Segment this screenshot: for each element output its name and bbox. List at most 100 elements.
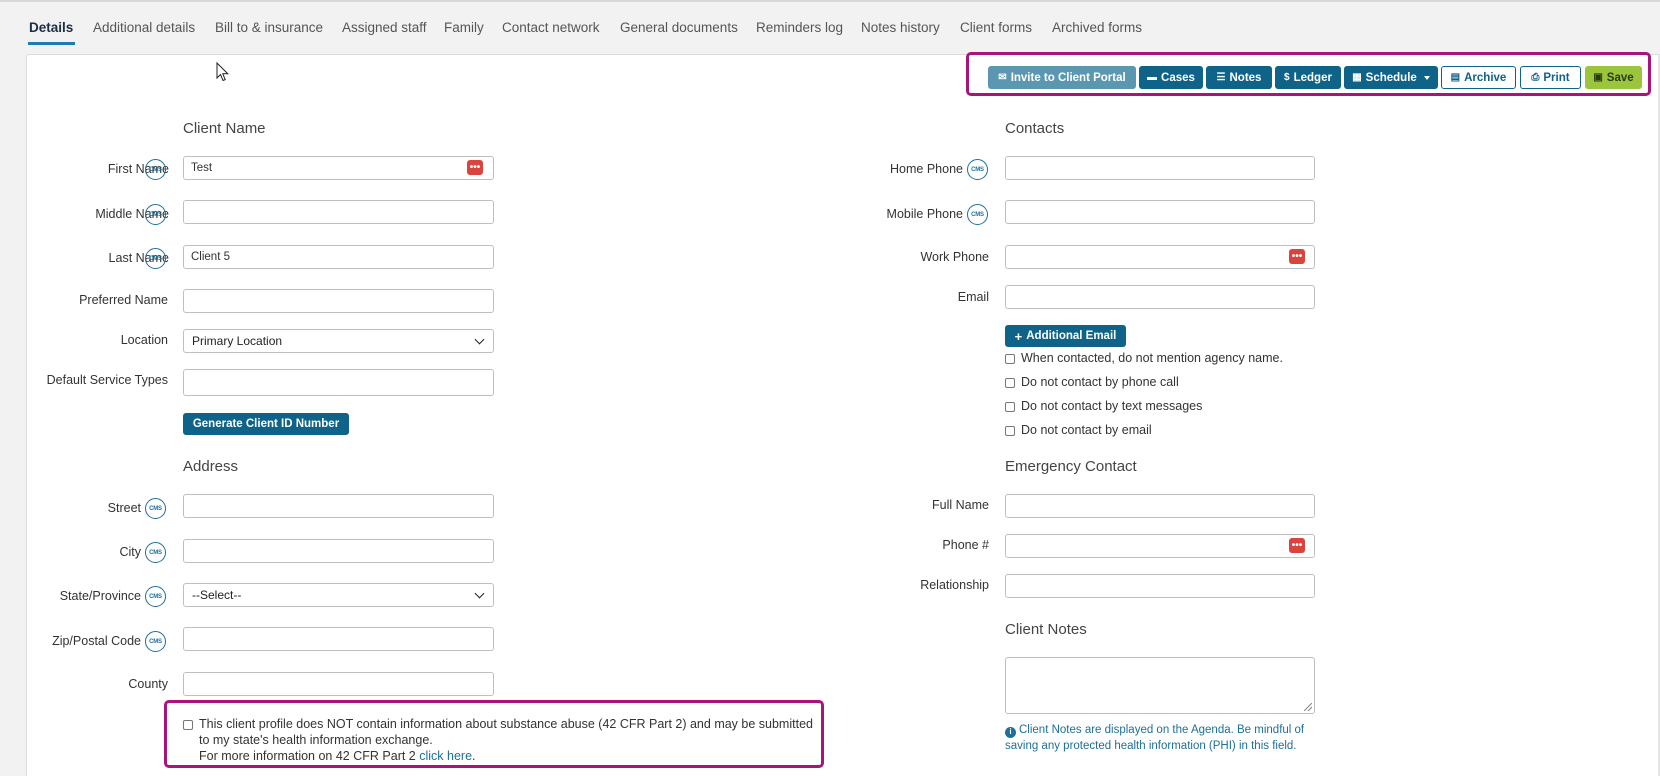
mobile-phone-label: Mobile Phone [886,207,963,221]
cases-button[interactable]: ▬ Cases [1139,66,1203,89]
archive-icon: ▤ [1450,71,1461,83]
no-phone-call-label: Do not contact by phone call [1021,375,1179,389]
additional-email-button[interactable]: + Additional Email [1005,325,1126,347]
location-label: Location [120,333,168,347]
envelope-icon: ✉ [998,71,1007,83]
middle-name-input[interactable] [183,200,494,224]
list-icon: ☰ [1216,71,1226,83]
no-phone-call-checkbox[interactable] [1005,378,1015,388]
cms-badge-icon: CMS [145,159,166,180]
no-text-messages-label: Do not contact by text messages [1021,399,1203,413]
emergency-contact-section-title: Emergency Contact [1005,458,1137,475]
invite-to-client-portal-button[interactable]: ✉ Invite to Client Portal [988,66,1136,89]
contacts-section-title: Contacts [1005,120,1065,137]
first-name-input[interactable] [183,156,494,180]
chevron-down-icon [1423,75,1430,80]
cms-badge-icon: CMS [145,631,166,652]
preferred-name-input[interactable] [183,289,494,313]
click-here-link[interactable]: click here [419,749,472,763]
more-options-icon[interactable]: ••• [1289,538,1305,553]
more-options-icon[interactable]: ••• [467,160,483,175]
chevron-down-icon [474,588,485,598]
state-province-select[interactable]: --Select-- [183,583,494,607]
cms-badge-icon: CMS [145,248,166,269]
street-label: Street [107,501,141,515]
tab-reminders-log[interactable]: Reminders log [756,20,843,35]
dollar-icon: $ [1284,71,1290,83]
folder-icon: ▬ [1147,71,1158,83]
state-province-select-value: --Select-- [192,588,242,602]
ledger-button[interactable]: $ Ledger [1275,66,1341,89]
tab-client-forms[interactable]: Client forms [960,20,1032,35]
city-input[interactable] [183,539,494,563]
client-name-section-title: Client Name [183,120,266,137]
work-phone-label: Work Phone [920,250,989,264]
floppy-disk-icon: ▣ [1593,71,1603,83]
tab-additional-details[interactable]: Additional details [93,20,195,35]
last-name-input[interactable] [183,245,494,269]
address-section-title: Address [183,458,239,475]
preferred-name-label: Preferred Name [79,293,168,307]
print-button[interactable]: ⎙ Print [1520,66,1581,89]
relationship-input[interactable] [1005,574,1315,598]
tab-contact-network[interactable]: Contact network [502,20,600,35]
no-email-label: Do not contact by email [1021,423,1152,437]
default-service-types-input[interactable] [183,369,494,396]
email-label: Email [957,290,989,304]
zip-postal-code-label: Zip/Postal Code [52,634,141,648]
cms-badge-icon: CMS [145,542,166,563]
consent-text: This client profile does NOT contain inf… [199,717,813,763]
tab-bill-to-insurance[interactable]: Bill to & insurance [215,20,323,35]
info-icon: i [1005,726,1016,738]
tab-assigned-staff[interactable]: Assigned staff [342,20,427,35]
chevron-down-icon [474,334,485,344]
tab-notes-history[interactable]: Notes history [861,20,940,35]
save-button[interactable]: ▣ Save [1585,66,1642,89]
calendar-icon: ▦ [1352,71,1362,83]
cms-badge-icon: CMS [145,586,166,607]
no-email-checkbox[interactable] [1005,426,1015,436]
plus-icon: + [1014,328,1023,344]
schedule-button[interactable]: ▦ Schedule [1344,66,1438,89]
cms-badge-icon: CMS [967,159,988,180]
relationship-label: Relationship [920,578,989,592]
email-input[interactable] [1005,285,1315,309]
emergency-full-name-input[interactable] [1005,494,1315,518]
cms-badge-icon: CMS [145,498,166,519]
tab-general-documents[interactable]: General documents [620,20,738,35]
county-input[interactable] [183,672,494,696]
home-phone-label: Home Phone [890,162,963,176]
mobile-phone-input[interactable] [1005,200,1315,224]
no-text-messages-checkbox[interactable] [1005,402,1015,412]
archive-button[interactable]: ▤ Archive [1441,66,1516,89]
client-notes-info: i Client Notes are displayed on the Agend… [1005,724,1305,752]
consent-checkbox[interactable] [183,720,193,730]
no-agency-name-checkbox[interactable] [1005,354,1015,364]
zip-postal-code-input[interactable] [183,627,494,651]
notes-button[interactable]: ☰ Notes [1206,66,1272,89]
home-phone-input[interactable] [1005,156,1315,180]
full-name-label: Full Name [932,498,989,512]
phone-number-label: Phone # [942,538,989,552]
emergency-phone-input[interactable] [1005,534,1315,558]
county-label: County [128,677,168,691]
tab-family[interactable]: Family [444,20,484,35]
generate-client-id-button[interactable]: Generate Client ID Number [183,413,349,435]
default-service-types-label: Default Service Types [46,373,168,387]
client-notes-section-title: Client Notes [1005,621,1087,638]
cms-badge-icon: CMS [967,204,988,225]
street-input[interactable] [183,494,494,518]
location-select[interactable]: Primary Location [183,329,494,353]
printer-icon: ⎙ [1531,71,1540,83]
mouse-cursor-icon [216,62,230,82]
tab-details[interactable]: Details [29,20,73,35]
resize-handle-icon[interactable] [1304,703,1312,711]
city-label: City [119,545,141,559]
no-agency-name-label: When contacted, do not mention agency na… [1021,351,1283,365]
more-options-icon[interactable]: ••• [1289,249,1305,264]
client-notes-textarea[interactable] [1005,657,1315,714]
location-select-value: Primary Location [192,334,283,348]
work-phone-input[interactable] [1005,245,1315,269]
state-province-label: State/Province [59,589,141,603]
tab-archived-forms[interactable]: Archived forms [1052,20,1142,35]
